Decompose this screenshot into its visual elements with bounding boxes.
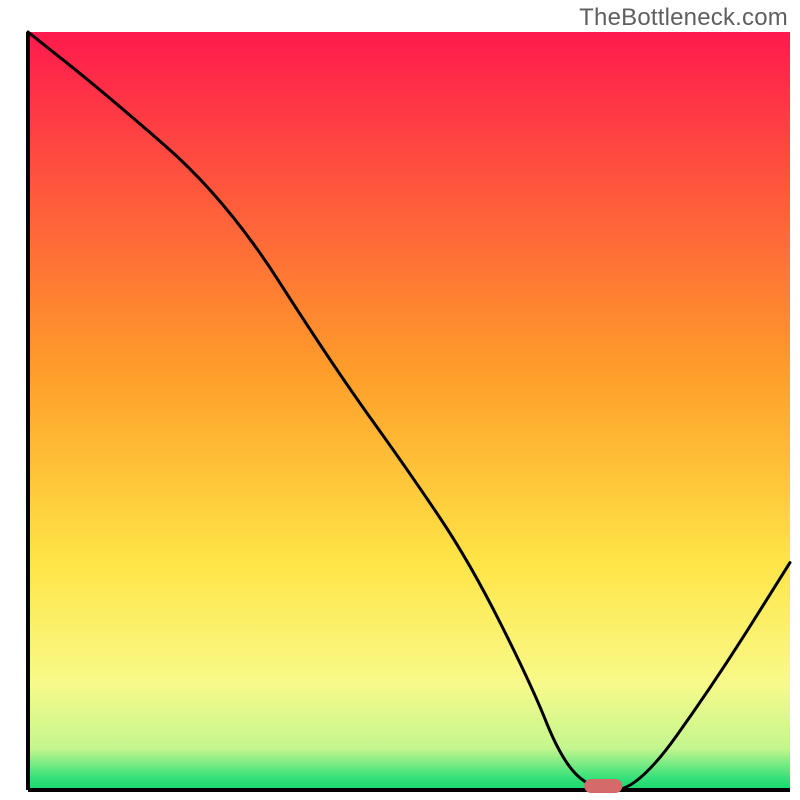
bottleneck-chart xyxy=(0,0,800,800)
